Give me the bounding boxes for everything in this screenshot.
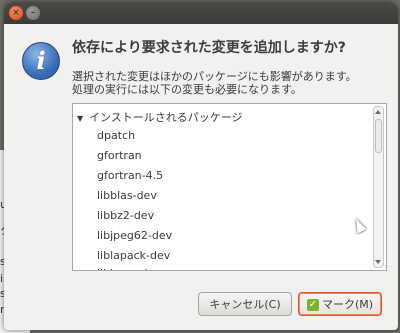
package-item[interactable]: dpatch bbox=[97, 129, 135, 142]
scrollbar-thumb[interactable] bbox=[375, 119, 382, 153]
scroll-down-icon[interactable] bbox=[375, 260, 381, 264]
mark-button-label: マーク(M) bbox=[321, 298, 374, 311]
dialog-description-line2: 処理の実行には以下の変更も必要になります。 bbox=[72, 83, 302, 96]
package-group-header[interactable]: ▼ インストールされるパッケージ bbox=[77, 109, 243, 125]
package-group-label: インストールされるパッケージ bbox=[89, 111, 243, 124]
close-icon[interactable]: × bbox=[9, 6, 23, 20]
minimize-icon[interactable]: – bbox=[26, 6, 40, 20]
checkmark-icon: ✓ bbox=[306, 299, 319, 311]
package-item[interactable]: liblzma-dev bbox=[97, 267, 161, 270]
dialog-heading: 依存により要求された変更を追加しますか? bbox=[72, 40, 346, 56]
background-text: i bbox=[0, 272, 4, 285]
vertical-scrollbar[interactable] bbox=[373, 106, 384, 268]
cancel-button[interactable]: キャンセル(C) bbox=[198, 292, 292, 316]
scroll-up-icon[interactable] bbox=[375, 110, 381, 114]
package-item[interactable]: libbz2-dev bbox=[97, 209, 154, 222]
package-item[interactable]: libblas-dev bbox=[97, 189, 157, 202]
dependency-dialog: × – i 依存により要求された変更を追加しますか? 選択された変更はほかのパッ… bbox=[4, 2, 398, 330]
package-item[interactable]: libjpeg62-dev bbox=[97, 229, 172, 242]
titlebar: × – bbox=[4, 2, 398, 24]
package-item[interactable]: gfortran-4.5 bbox=[97, 169, 163, 182]
package-list[interactable]: ▼ インストールされるパッケージ dpatch gfortran gfortran… bbox=[72, 103, 387, 271]
info-icon: i bbox=[22, 42, 60, 80]
mark-button[interactable]: ✓ マーク(M) bbox=[298, 292, 382, 316]
expander-icon[interactable]: ▼ bbox=[77, 114, 87, 123]
package-item[interactable]: gfortran bbox=[97, 149, 142, 162]
package-item[interactable]: liblapack-dev bbox=[97, 249, 170, 262]
